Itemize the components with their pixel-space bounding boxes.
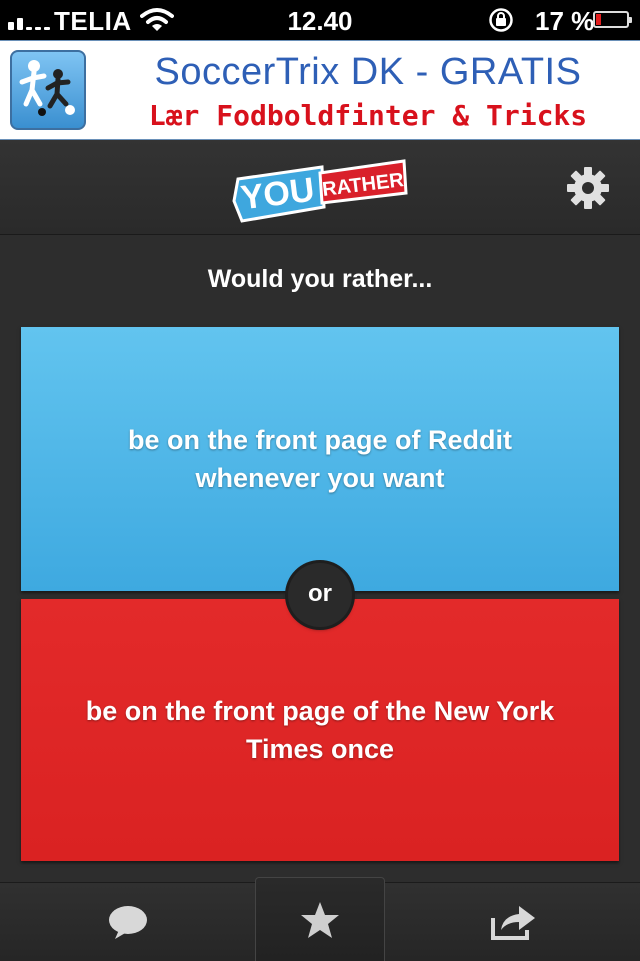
ad-title: SoccerTrix DK - GRATIS [154,51,582,93]
question-prompt: Would you rather... [207,265,433,293]
gear-icon[interactable] [565,165,611,211]
ad-thumbnail [10,50,86,130]
option-b-text: be on the front page of the New York Tim… [85,696,555,764]
tab-comments[interactable] [0,883,255,961]
share-icon [490,906,535,940]
question-area: Would you rather... be on the front page… [0,235,640,882]
or-badge: or [288,563,352,627]
ad-subtitle: Lær Fodboldfinter & Tricks [148,99,588,132]
option-b-button[interactable]: be on the front page of the New York Tim… [21,599,619,861]
option-a-button[interactable]: be on the front page of Reddit whenever … [21,327,619,591]
rotation-lock-icon [489,8,513,32]
speech-bubble-icon [108,906,147,939]
tab-favorites[interactable] [255,877,385,961]
option-a-text: be on the front page of Reddit whenever … [128,425,512,493]
battery-percentage: 17 % [535,6,595,36]
app-header: YOU RATHER [0,140,640,235]
ad-banner[interactable]: SoccerTrix DK - GRATIS Lær Fodboldfinter… [0,40,640,140]
star-icon [301,901,339,938]
battery-icon [593,11,632,28]
tab-share[interactable] [385,883,640,961]
status-bar: TELIA 12.40 17 % [0,0,640,40]
tab-bar [0,877,640,961]
app-logo: YOU RATHER [232,159,408,223]
